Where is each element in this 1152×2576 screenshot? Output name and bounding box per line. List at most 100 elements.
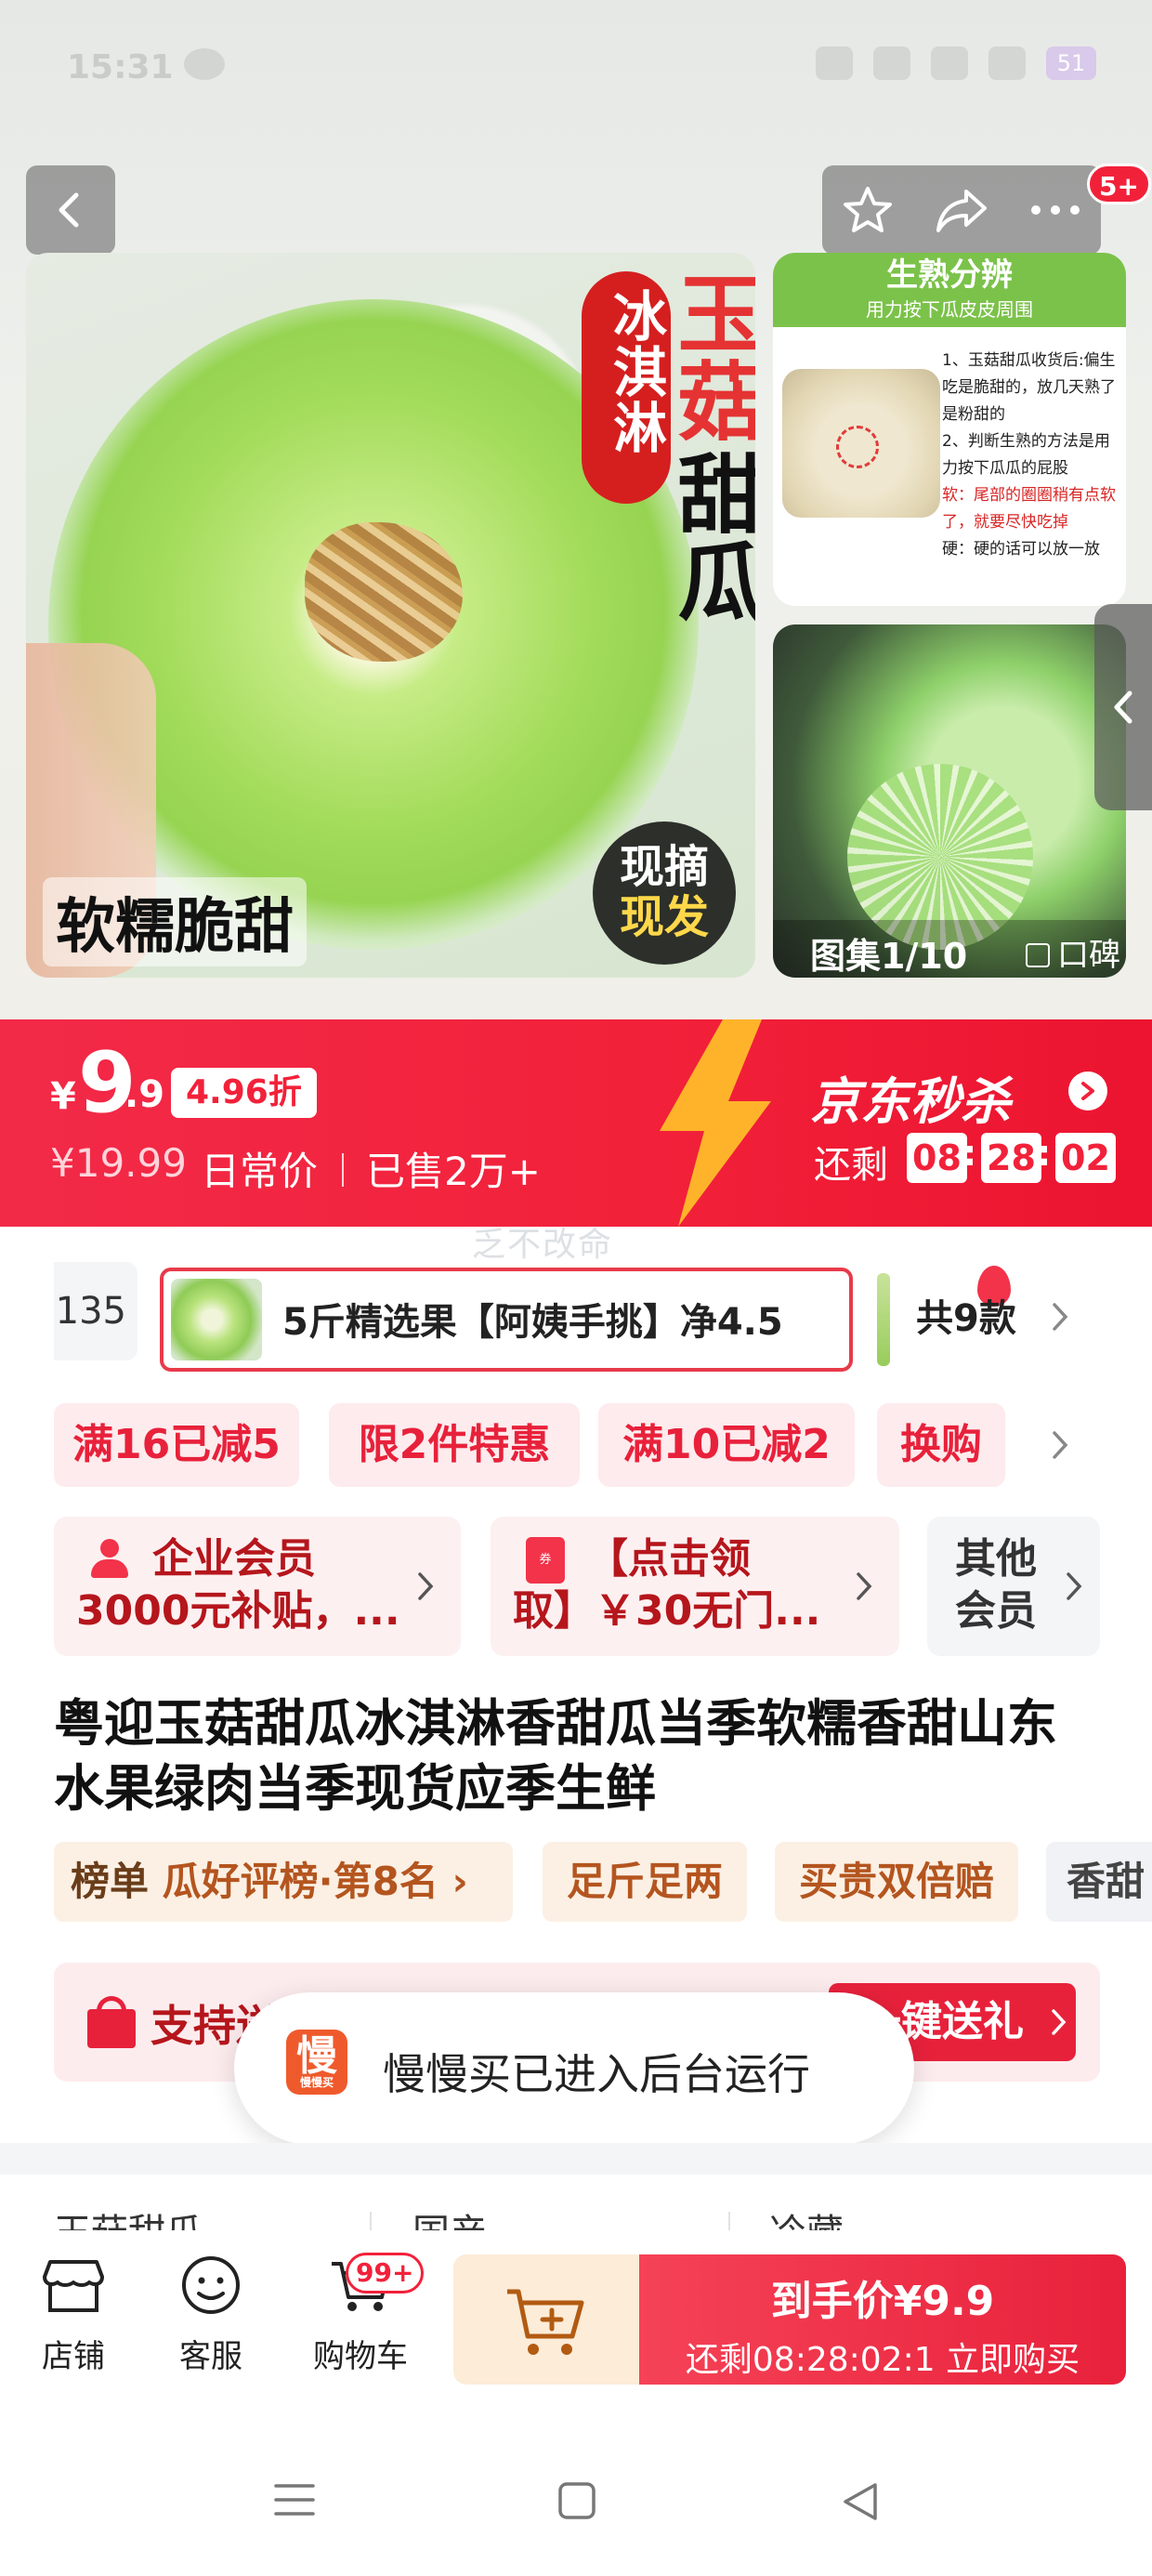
product-name-vertical-2: 甜瓜 [663,450,755,624]
store-button[interactable]: 店铺 [22,2254,124,2376]
more-icon[interactable] [1028,201,1082,219]
app-logo: 慢 慢慢买 [286,2030,347,2095]
ripeness-text-red: 软：尾部的圈圈稍有点软了，就要尽快吃掉 [942,486,1116,532]
service-tag[interactable]: 足斤足两 [543,1842,747,1922]
promo-chip[interactable]: 满16已减5 [54,1403,299,1487]
chevron-right-icon [1068,1071,1107,1111]
signal-icon [931,46,968,80]
countdown-hours: 08 [907,1133,967,1183]
toast-message: 慢慢买已进入后台运行 [383,2049,810,2099]
cart-label: 购物车 [313,2338,408,2375]
original-price: ¥19.99 [50,1140,187,1186]
variant-count[interactable]: 共9款 [916,1288,1016,1342]
chevron-left-icon [59,192,79,228]
app-logo-char: 慢 [296,2032,337,2080]
coupon-line-1: 企业会员 [152,1535,316,1583]
seckill-banner[interactable]: ¥ 9 .9 4.96折 ¥19.99 日常价 已售2万+ 京东秒杀 还剩 08… [0,1019,1152,1227]
battery-icon: 51 [1046,46,1096,80]
chevron-right-icon[interactable] [1050,1301,1070,1333]
ranking-tag[interactable]: 榜单 瓜好评榜·第8名 › [54,1842,513,1922]
share-icon[interactable] [933,186,990,234]
sold-count: 已售2万+ [366,1149,541,1194]
side-panel-toggle[interactable] [1094,604,1152,810]
chevron-right-icon [857,1572,872,1600]
promotion-row: 满16已减5 限2件特惠 满10已减2 换购 [0,1403,1152,1487]
ripeness-text: 1、玉菇甜瓜收货后:偏生吃是脆甜的，放几天熟了是粉甜的 2、判断生熟的方法是用力… [942,348,1119,563]
ripeness-guide-image[interactable]: 生熟分辨 用力按下瓜皮皮周围 1、玉菇甜瓜收货后:偏生吃是脆甜的，放几天熟了是粉… [773,253,1126,606]
countdown-label: 还剩 [814,1144,888,1187]
promo-chip[interactable]: 限2件特惠 [329,1403,580,1487]
chevron-right-icon [418,1572,434,1600]
countdown-seconds: 02 [1055,1133,1116,1183]
ranking-value: 瓜好评榜·第8名 [162,1859,439,1904]
add-cart-icon [507,2289,584,2355]
price-currency: ¥ [50,1075,76,1118]
member-other-line-1: 其他 [955,1535,1037,1583]
buy-now-button[interactable]: 到手价¥9.9 还剩08:28:02:1 立即购买 [639,2254,1126,2385]
section-divider [0,2143,1152,2175]
chevron-right-icon: › [452,1859,468,1904]
enterprise-member-coupon[interactable]: 企业会员 3000元补贴，... [54,1517,461,1656]
price-decimal: .9 [124,1073,165,1116]
ripeness-text-1: 1、玉菇甜瓜收货后:偏生吃是脆甜的，放几天熟了是粉甜的 [942,351,1116,424]
ripeness-title: 生熟分辨 [886,256,1013,294]
wifi-icon [873,46,910,80]
wechat-icon [184,48,225,80]
store-icon [43,2260,104,2312]
reputation-tag[interactable]: 口碑 [1026,929,1120,975]
variant-option-next[interactable] [877,1273,890,1366]
coupon-icon: 券 [526,1537,565,1584]
main-product-image[interactable]: 冰淇淋 玉菇 甜瓜 软糯脆甜 现摘 现发 [26,253,755,978]
store-label: 店铺 [42,2338,105,2375]
customer-service-button[interactable]: 客服 [160,2254,262,2376]
cart-count-badge: 99+ [346,2253,425,2293]
signal-5g-icon [988,46,1026,80]
menu-icon[interactable] [273,2481,316,2518]
smile-icon [182,2256,240,2314]
back-button[interactable] [26,165,115,255]
variant-thumbnail [171,1279,262,1360]
final-price: 到手价¥9.9 [770,2278,995,2325]
promo-chip[interactable]: 满10已减2 [598,1403,855,1487]
fresh-line-1: 现摘 [619,841,709,893]
fresh-badge: 现摘 现发 [593,821,736,965]
service-tag[interactable]: 买贵双倍赔 [775,1842,1018,1922]
chevron-right-icon[interactable] [1050,1429,1070,1461]
other-member-button[interactable]: 其他 会员 [927,1517,1100,1656]
star-icon[interactable] [841,183,895,237]
add-to-cart-button[interactable] [453,2254,639,2385]
promo-chip[interactable]: 换购 [877,1403,1005,1487]
ripeness-text-3: 硬：硬的话可以放一放 [942,540,1100,559]
home-icon[interactable] [557,2481,596,2520]
countdown-colon: : [1037,1133,1052,1174]
status-bar: 15:31 51 [0,0,1152,139]
status-icons: 51 [816,46,1096,80]
member-other-line-2: 会员 [955,1587,1037,1635]
discount-coupon[interactable]: 券 【点击领 取】￥30无门... [491,1517,899,1656]
notification-badge: 5+ [1087,164,1151,204]
background-toast: 慢 慢慢买 慢慢买已进入后台运行 [234,1992,914,2145]
feature-tag[interactable]: 香甜 [1046,1842,1152,1922]
product-title: 粤迎玉菇甜瓜冰淇淋香甜瓜当季软糯香甜山东水果绿肉当季现货应季生鲜 [54,1694,1057,1818]
back-nav-icon[interactable] [840,2481,881,2522]
variant-option-selected[interactable]: 5斤精选果【阿姨手挑】净4.5 [160,1266,1011,1372]
watermark: 乏不改命 [472,1226,614,1264]
carved-melon-image[interactable]: 图集1/10 口碑 [773,624,1126,978]
ripeness-body: 1、玉菇甜瓜收货后:偏生吃是脆甜的，放几天熟了是粉甜的 2、判断生熟的方法是用力… [773,327,1126,606]
countdown-colon: : [962,1133,977,1174]
slogan: 软糯脆甜 [43,877,307,966]
moon-icon [816,46,853,80]
ring-marker [836,426,879,468]
coupon-line-2: 取】￥30无门... [513,1587,821,1635]
gift-icon [87,1996,136,2048]
fresh-line-2: 现发 [619,891,709,943]
service-label: 客服 [179,2338,242,2375]
countdown-minutes: 28 [981,1133,1041,1183]
divider [342,1153,344,1187]
lightning-icon [660,1019,771,1227]
ripeness-header: 生熟分辨 用力按下瓜皮皮周围 [773,253,1126,327]
variant-selector: 135 5斤精选果【阿姨手挑】净4.5 共9款 [0,1260,1152,1381]
chevron-left-icon [1114,690,1132,724]
variant-option-prev[interactable]: 135 [54,1262,137,1360]
seckill-brand: 京东秒杀 [810,1072,1011,1131]
